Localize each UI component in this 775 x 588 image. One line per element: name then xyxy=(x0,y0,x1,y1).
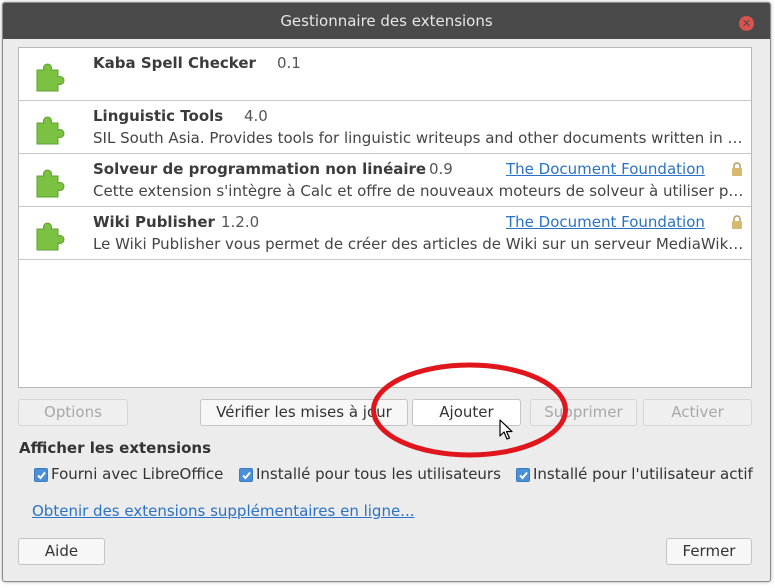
extension-version: 0.1 xyxy=(277,54,301,72)
help-button[interactable]: Aide xyxy=(18,538,105,565)
extension-name: Linguistic Tools xyxy=(93,107,224,125)
checkbox-label: Installé pour tous les utilisateurs xyxy=(256,465,501,483)
window-title: Gestionnaire des extensions xyxy=(280,12,493,30)
extension-list[interactable]: Kaba Spell Checker 0.1 Linguistic Tools … xyxy=(18,47,752,388)
checkbox-label: Fourni avec LibreOffice xyxy=(51,465,224,483)
extension-version: 1.2.0 xyxy=(221,213,260,231)
extension-version: 4.0 xyxy=(244,107,268,125)
lock-icon xyxy=(732,162,742,176)
extension-name: Kaba Spell Checker xyxy=(93,54,256,72)
extension-name: Wiki Publisher xyxy=(93,213,215,231)
puzzle-piece-icon xyxy=(36,169,65,198)
extension-manager-dialog: Gestionnaire des extensions ✕ Kaba Spell… xyxy=(2,2,771,582)
publisher-link[interactable]: The Document Foundation xyxy=(506,213,705,231)
extension-row[interactable]: Solveur de programmation non linéaire 0.… xyxy=(19,154,751,207)
extension-description: SIL South Asia. Provides tools for lingu… xyxy=(93,129,743,147)
puzzle-piece-icon xyxy=(36,63,65,92)
filter-heading: Afficher les extensions xyxy=(19,439,212,457)
lock-icon xyxy=(732,215,742,229)
checkbox-checked-icon[interactable] xyxy=(516,468,530,482)
enable-button[interactable]: Activer xyxy=(643,399,752,426)
checkbox-checked-icon[interactable] xyxy=(34,468,48,482)
extension-version: 0.9 xyxy=(429,160,453,178)
extension-row[interactable]: Wiki Publisher 1.2.0 The Document Founda… xyxy=(19,207,751,260)
publisher-link[interactable]: The Document Foundation xyxy=(506,160,705,178)
close-icon[interactable]: ✕ xyxy=(739,16,754,31)
annotation-circle xyxy=(371,362,568,458)
checkbox-label: Installé pour l'utilisateur actif xyxy=(533,465,753,483)
titlebar[interactable]: Gestionnaire des extensions ✕ xyxy=(3,3,770,39)
checkbox-checked-icon[interactable] xyxy=(239,468,253,482)
extension-description: Le Wiki Publisher vous permet de créer d… xyxy=(93,235,744,253)
extension-name: Solveur de programmation non linéaire xyxy=(93,160,427,178)
extension-row[interactable]: Kaba Spell Checker 0.1 xyxy=(19,48,751,101)
close-button[interactable]: Fermer xyxy=(666,538,752,565)
puzzle-piece-icon xyxy=(36,222,65,251)
extension-description: Cette extension s'intègre à Calc et offr… xyxy=(93,182,744,200)
extension-row[interactable]: Linguistic Tools 4.0 SIL South Asia. Pro… xyxy=(19,101,751,154)
get-more-extensions-link[interactable]: Obtenir des extensions supplémentaires e… xyxy=(32,502,415,520)
options-button[interactable]: Options xyxy=(18,399,128,426)
puzzle-piece-icon xyxy=(36,116,65,145)
mouse-pointer-icon xyxy=(499,419,513,440)
